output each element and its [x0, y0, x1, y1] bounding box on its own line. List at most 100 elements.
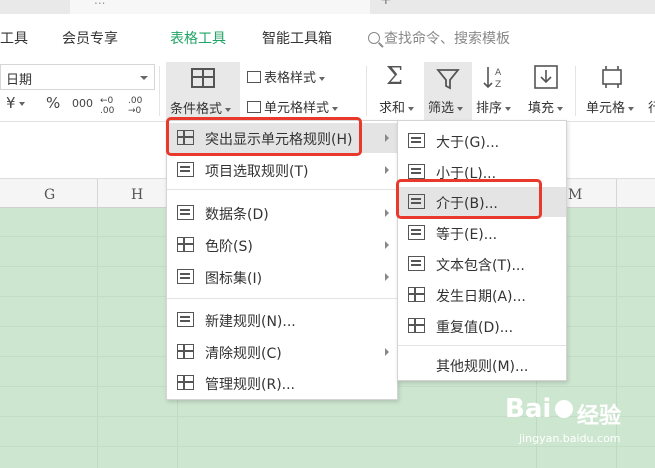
search-placeholder: 查找命令、搜索模板: [384, 31, 510, 47]
menu-item-label: 色阶(S): [205, 239, 253, 255]
annotation-highlight-box: [396, 179, 542, 219]
tab-smart-toolbox[interactable]: 智能工具箱: [262, 28, 332, 48]
top-bottom-rules-icon: [177, 162, 194, 177]
table-style-button[interactable]: 表格样式: [247, 67, 326, 86]
menu-item-label: 项目选取规则(T): [205, 164, 309, 180]
tab-table-tools[interactable]: 表格工具: [170, 28, 226, 48]
sum-icon: Σ: [386, 62, 403, 90]
menu-item-manage-rules[interactable]: 管理规则(R)...: [167, 368, 397, 398]
increase-decimal-button[interactable]: ←0 .00: [100, 96, 122, 116]
submenu-item-greater-than[interactable]: 大于(G)...: [398, 126, 566, 156]
color-scales-icon: [177, 237, 194, 252]
submenu-item-text-contains[interactable]: 文本包含(T)...: [398, 249, 566, 279]
cell-button[interactable]: 单元格: [586, 97, 635, 116]
command-search[interactable]: 查找命令、搜索模板: [368, 28, 510, 48]
tab-member[interactable]: 会员专享: [62, 28, 118, 48]
grid-line: [97, 208, 98, 468]
chevron-down-icon: [140, 76, 148, 80]
number-format-select[interactable]: 日期: [0, 64, 155, 90]
filter-label: 筛选: [428, 97, 464, 116]
filter-button[interactable]: 筛选: [424, 62, 472, 120]
svg-text:Z: Z: [495, 80, 501, 90]
chevron-right-icon: [385, 166, 389, 174]
highlight-rules-submenu: 大于(G)... 小于(L)... 介于(B)... 等于(E)... 文本包含…: [397, 120, 567, 381]
cell-icon: [602, 66, 622, 88]
ribbon-divider: [159, 66, 160, 116]
row-col-button[interactable]: 行: [648, 97, 655, 116]
submenu-item-label: 文本包含(T)...: [436, 258, 525, 274]
submenu-item-date-occurring[interactable]: 发生日期(A)...: [398, 280, 566, 310]
menu-item-color-scales[interactable]: 色阶(S): [167, 230, 397, 260]
fill-button[interactable]: 填充: [528, 97, 564, 116]
thousands-button[interactable]: 000: [72, 97, 93, 110]
menu-separator: [398, 345, 566, 346]
column-divider: [97, 179, 98, 209]
menu-separator: [167, 189, 397, 190]
greater-than-icon: [408, 133, 425, 148]
chevron-right-icon: [385, 241, 389, 249]
menu-item-icon-sets[interactable]: 图标集(I): [167, 262, 397, 292]
submenu-item-label: 重复值(D)...: [436, 320, 514, 336]
cell-style-icon: [247, 101, 261, 113]
text-contains-icon: [408, 256, 425, 271]
paw-icon: [555, 400, 573, 418]
tab-tools[interactable]: 工具: [0, 28, 28, 48]
submenu-item-label: 大于(G)...: [436, 135, 500, 151]
filter-icon: [436, 69, 460, 90]
document-tab-label: ...: [94, 0, 106, 7]
fill-icon: [534, 65, 558, 89]
watermark: Bai 经验 jingyan.baidu.com: [505, 394, 655, 464]
currency-button[interactable]: ¥: [6, 94, 25, 112]
menu-item-label: 图标集(I): [205, 271, 263, 287]
submenu-item-label: 等于(E)...: [436, 227, 498, 243]
watermark-brand: Bai: [505, 394, 552, 424]
conditional-format-icon: [191, 68, 215, 88]
duplicate-values-icon: [408, 318, 425, 333]
menu-item-label: 数据条(D): [205, 207, 269, 223]
chevron-right-icon: [385, 134, 389, 142]
menu-item-label: 新建规则(N)...: [205, 314, 296, 330]
sort-button[interactable]: 排序: [476, 97, 512, 116]
chevron-right-icon: [385, 348, 389, 356]
chevron-right-icon: [385, 209, 389, 217]
column-header-h[interactable]: H: [131, 187, 143, 203]
column-header-g[interactable]: G: [44, 187, 55, 203]
new-rule-icon: [177, 312, 194, 327]
submenu-item-label: 其他规则(M)...: [436, 359, 529, 375]
new-tab-button[interactable]: +: [380, 0, 392, 8]
menu-item-data-bars[interactable]: 数据条(D): [167, 198, 397, 228]
sort-icon: AZ: [483, 67, 502, 90]
clear-rules-icon: [177, 344, 194, 359]
column-header-m[interactable]: M: [568, 187, 582, 203]
submenu-item-equal-to[interactable]: 等于(E)...: [398, 218, 566, 248]
menu-separator: [167, 298, 397, 299]
date-occurring-icon: [408, 287, 425, 302]
menu-item-label: 管理规则(R)...: [205, 377, 296, 393]
submenu-item-duplicate-values[interactable]: 重复值(D)...: [398, 311, 566, 341]
submenu-item-other-rules[interactable]: 其他规则(M)...: [398, 350, 566, 380]
icon-sets-icon: [177, 269, 194, 284]
cell-style-button[interactable]: 单元格样式: [247, 97, 339, 116]
decrease-decimal-button[interactable]: .00 →0: [128, 96, 150, 116]
number-format-value: 日期: [6, 73, 33, 88]
manage-rules-icon: [177, 375, 194, 390]
title-strip: ... +: [0, 0, 655, 14]
ribbon: 日期 ¥ % 000 ←0 .00 .00 →0 条件格式 表格样式 单元格样式…: [0, 60, 655, 122]
conditional-format-menu: 突出显示单元格规则(H) 项目选取规则(T) 数据条(D) 色阶(S) 图标集(…: [166, 120, 398, 400]
ribbon-divider: [366, 66, 367, 116]
search-icon: [368, 32, 380, 44]
data-bars-icon: [177, 205, 194, 220]
percent-button[interactable]: %: [46, 94, 60, 112]
menu-item-top-bottom-rules[interactable]: 项目选取规则(T): [167, 155, 397, 185]
watermark-brand-suffix: 经验: [577, 404, 622, 429]
menu-item-clear-rules[interactable]: 清除规则(C): [167, 337, 397, 367]
column-divider: [616, 179, 617, 209]
sum-button[interactable]: 求和: [379, 97, 415, 116]
ribbon-divider: [575, 66, 576, 116]
annotation-highlight-box: [166, 117, 362, 156]
menu-item-new-rule[interactable]: 新建规则(N)...: [167, 305, 397, 335]
svg-text:A: A: [495, 68, 502, 78]
conditional-format-button[interactable]: 条件格式: [166, 62, 240, 120]
table-style-icon: [247, 71, 261, 83]
document-tab[interactable]: [70, 0, 370, 14]
